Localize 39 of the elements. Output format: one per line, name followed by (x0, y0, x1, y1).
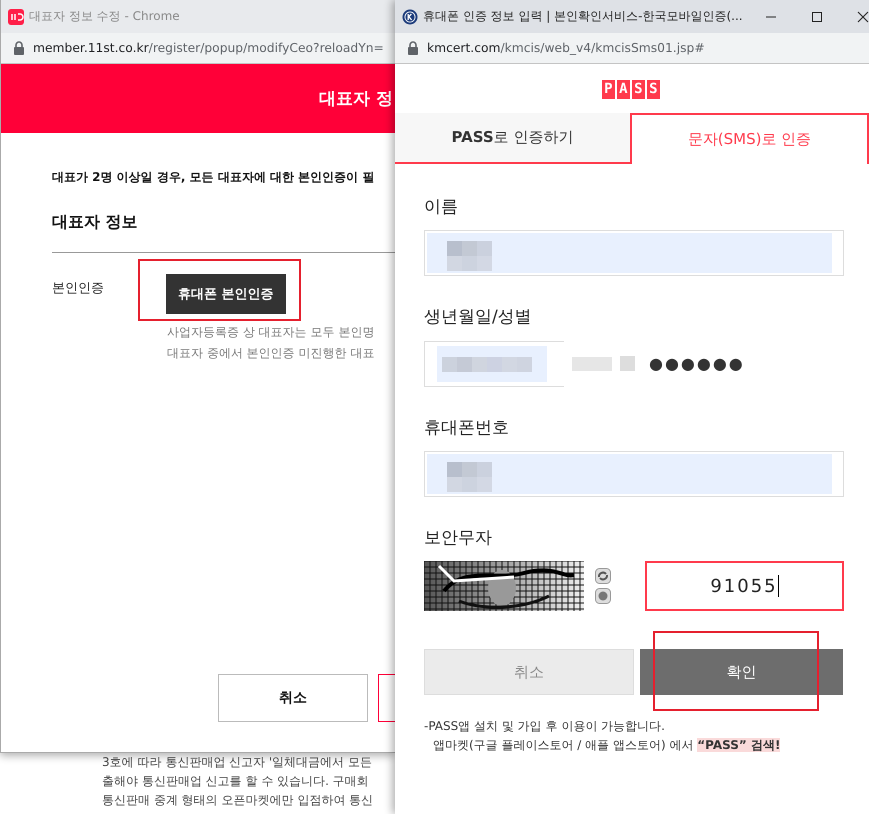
hint-text: 사업자등록증 상 대표자는 모두 본인명 (167, 324, 376, 340)
field-label: 휴대폰번호 (424, 417, 510, 439)
field-label: 본인인증 (52, 280, 105, 298)
lock-icon (13, 41, 25, 55)
field-label: 생년월일/성별 (424, 306, 533, 328)
app-logo-icon (402, 8, 418, 24)
audio-button[interactable] (595, 588, 611, 604)
page-title: 대표자 정 (319, 88, 394, 110)
input-field[interactable] (424, 230, 844, 276)
auth-tab[interactable]: PASS로 인증하기 (395, 113, 630, 164)
speaker-icon (595, 588, 611, 604)
notice-text: 대표가 2명 이상일 경우, 모든 대표자에 대한 본인인증이 필 (52, 169, 376, 186)
auth-tab[interactable]: 문자(SMS)로 인증 (630, 113, 869, 164)
cancel-button[interactable]: 취소 (218, 674, 368, 722)
body-text: 통신판매 중계 형태의 오픈마켓에만 입점하여 통신 (102, 793, 374, 807)
body-text: 출해야 통신판매업 신고를 할 수 있습니다. 구매회 (102, 774, 370, 788)
field-label: 이름 (424, 196, 459, 218)
captcha-input-field[interactable]: 91055 (645, 561, 844, 611)
app-logo-icon (8, 8, 24, 24)
masked-digits: ●●●●●● (649, 354, 745, 373)
field-label: 보안무자 (424, 527, 493, 549)
lock-icon (407, 41, 419, 55)
note-text: -PASS앱 설치 및 가입 후 이용이 가능합니다. (424, 718, 666, 734)
input-field[interactable] (424, 451, 844, 497)
note-text: 앱마켓(구글 플레이스토어 / 애플 앱스토어) 에서 “PASS” 검색! (432, 737, 782, 753)
refresh-icon (595, 568, 611, 584)
phone-verify-button[interactable]: 휴대폰 본인인증 (166, 274, 286, 314)
input-field[interactable] (620, 356, 635, 371)
section-title: 대표자 정보 (52, 212, 139, 233)
maximize-icon (810, 10, 823, 22)
window-title: 휴대폰 인증 정보 입력 | 본인확인서비스-한국모바일인증(... (423, 8, 743, 25)
redaction-drawing (572, 356, 612, 370)
confirm-button[interactable]: 확인 (640, 649, 843, 695)
window-title: 대표자 정보 수정 - Chrome (29, 8, 180, 25)
hint-text: 대표자 중에서 본인인증 미진행한 대표 (167, 345, 376, 361)
refresh-button[interactable] (595, 568, 611, 584)
close-icon (856, 10, 869, 22)
input-field[interactable] (424, 340, 564, 386)
body-text: 3호에 따라 통신판매업 신고자 '일체대금에서 모든 (102, 755, 374, 769)
